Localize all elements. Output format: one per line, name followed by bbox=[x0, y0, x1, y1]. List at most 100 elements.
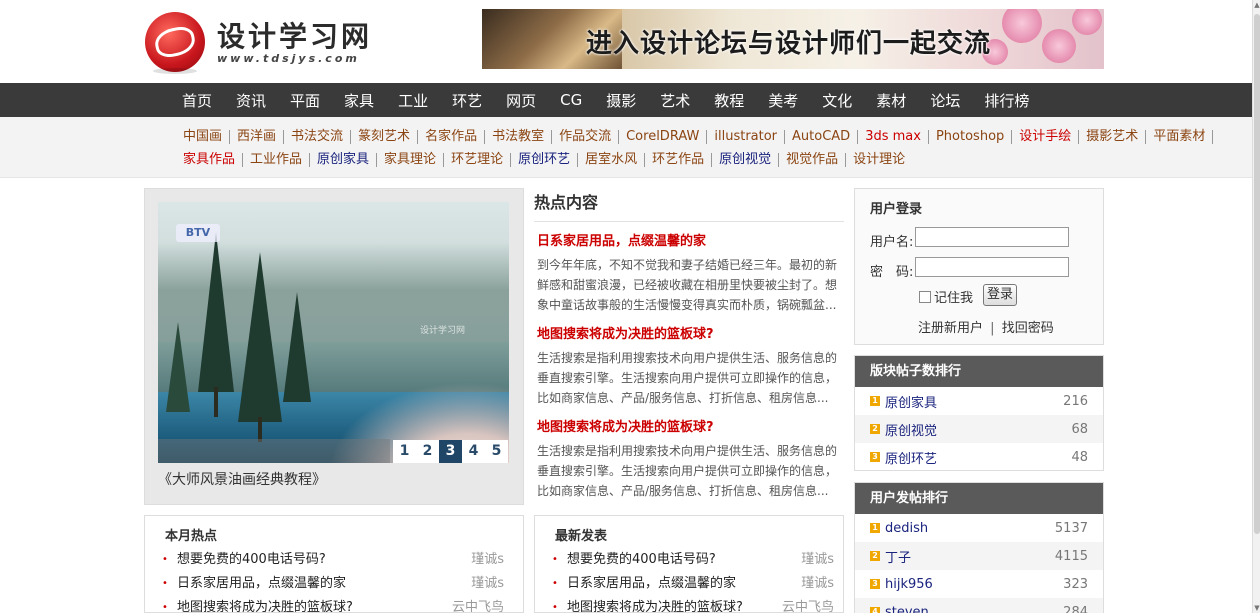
category-link[interactable]: 名家作品 bbox=[418, 130, 486, 144]
page-scrollbar[interactable]: ▲ ▼ bbox=[1252, 0, 1260, 613]
list-item-author[interactable]: 云中飞鸟 bbox=[782, 598, 834, 612]
nav-item[interactable]: 素材 bbox=[876, 90, 906, 111]
slide-image[interactable]: BTV 设计学习网 bbox=[158, 202, 509, 463]
list-item-author[interactable]: 瑾诚s bbox=[471, 550, 504, 570]
category-link[interactable]: 书法交流 bbox=[284, 130, 352, 144]
category-link[interactable]: 环艺作品 bbox=[645, 153, 713, 167]
category-link[interactable]: 篆刻艺术 bbox=[351, 130, 419, 144]
nav-item[interactable]: 排行榜 bbox=[984, 90, 1029, 111]
ranking-name[interactable]: hijk956 bbox=[885, 577, 933, 592]
category-link[interactable]: 平面素材 bbox=[1146, 130, 1214, 144]
category-link[interactable]: Photoshop bbox=[929, 130, 1013, 144]
category-link[interactable]: 摄影艺术 bbox=[1079, 130, 1147, 144]
list-item-title[interactable]: 想要免费的400电话号码? bbox=[177, 552, 326, 567]
remember-me[interactable]: 记住我 bbox=[919, 287, 973, 306]
category-link[interactable]: 作品交流 bbox=[552, 130, 620, 144]
nav-item[interactable]: 摄影 bbox=[606, 90, 636, 111]
category-link[interactable]: illustrator bbox=[707, 130, 786, 144]
category-link[interactable]: 视觉作品 bbox=[779, 153, 847, 167]
nav-item[interactable]: CG bbox=[560, 91, 582, 109]
scroll-down-icon[interactable]: ▼ bbox=[1253, 603, 1260, 613]
ranking-name[interactable]: 原创视觉 bbox=[885, 420, 937, 439]
list-item-author[interactable]: 云中飞鸟 bbox=[452, 598, 504, 612]
list-item-title[interactable]: 地图搜索将成为决胜的篮板球? bbox=[177, 600, 353, 612]
ranking-row: 3 hijk956 323 bbox=[855, 570, 1103, 598]
bullet-icon: • bbox=[162, 554, 168, 565]
slide-page-button[interactable]: 5 bbox=[485, 440, 508, 463]
nav-item[interactable]: 首页 bbox=[182, 90, 212, 111]
nav-item[interactable]: 艺术 bbox=[660, 90, 690, 111]
list-item-title[interactable]: 想要免费的400电话号码? bbox=[567, 552, 716, 567]
site-header: 设计学习网 www.tdsjys.com 进入设计论坛与设计师们一起交流 bbox=[0, 0, 1252, 83]
ranking-name[interactable]: dedish bbox=[885, 521, 928, 536]
ranking-name[interactable]: 原创环艺 bbox=[885, 448, 937, 467]
nav-item[interactable]: 资讯 bbox=[236, 90, 266, 111]
category-link[interactable]: 工业作品 bbox=[243, 153, 311, 167]
link-separator: | bbox=[990, 321, 995, 336]
nav-item[interactable]: 论坛 bbox=[930, 90, 960, 111]
ranking-count: 216 bbox=[1063, 393, 1088, 409]
username-input[interactable] bbox=[915, 227, 1069, 247]
ranking-name[interactable]: 原创家具 bbox=[885, 392, 937, 411]
category-link[interactable]: CorelDRAW bbox=[619, 130, 708, 144]
category-link[interactable]: 原创家具 bbox=[310, 153, 378, 167]
list-item-author[interactable]: 瑾诚s bbox=[471, 574, 504, 594]
category-link[interactable]: 西洋画 bbox=[230, 130, 285, 144]
hot-article-summary: 生活搜索是指利用搜索技术向用户提供生活、服务信息的垂直搜索引擎。生活搜索向用户提… bbox=[537, 444, 838, 498]
slide-caption[interactable]: 《大师风景油画经典教程》 bbox=[158, 469, 326, 489]
nav-item[interactable]: 环艺 bbox=[452, 90, 482, 111]
nav-item[interactable]: 教程 bbox=[714, 90, 744, 111]
forum-banner[interactable]: 进入设计论坛与设计师们一起交流 bbox=[482, 9, 1104, 69]
category-link[interactable]: 设计手绘 bbox=[1012, 130, 1080, 144]
list-item-author[interactable]: 瑾诚s bbox=[801, 574, 834, 594]
category-link[interactable]: AutoCAD bbox=[785, 130, 859, 144]
site-logo[interactable]: 设计学习网 www.tdsjys.com bbox=[145, 12, 372, 74]
ranking-name[interactable]: steven bbox=[885, 605, 929, 613]
category-link[interactable]: 中国画 bbox=[176, 130, 231, 144]
category-link[interactable]: 原创环艺 bbox=[511, 153, 579, 167]
slide-page-button[interactable]: 2 bbox=[416, 440, 439, 463]
ranking-name[interactable]: 丁子 bbox=[885, 547, 911, 566]
nav-item[interactable]: 文化 bbox=[822, 90, 852, 111]
logo-url: www.tdsjys.com bbox=[217, 51, 360, 65]
login-button[interactable]: 登录 bbox=[983, 284, 1017, 306]
rank-number-icon: 1 bbox=[870, 396, 880, 406]
password-input[interactable] bbox=[915, 257, 1069, 277]
bullet-icon: • bbox=[162, 602, 168, 613]
hot-article-title[interactable]: 日系家居用品，点缀温馨的家 bbox=[537, 232, 844, 252]
scroll-thumb[interactable] bbox=[1254, 14, 1260, 534]
nav-item[interactable]: 美考 bbox=[768, 90, 798, 111]
category-link[interactable]: 书法教室 bbox=[485, 130, 553, 144]
nav-item[interactable]: 家具 bbox=[344, 90, 374, 111]
slide-page-button[interactable]: 4 bbox=[462, 440, 485, 463]
username-label: 用户名: bbox=[870, 235, 914, 250]
password-label: 密 码: bbox=[870, 265, 914, 280]
category-link[interactable]: 设计理论 bbox=[846, 153, 912, 167]
category-link[interactable]: 3ds max bbox=[858, 130, 929, 144]
register-link[interactable]: 注册新用户 bbox=[918, 321, 983, 336]
hot-article-title[interactable]: 地图搜索将成为决胜的篮板球? bbox=[537, 418, 844, 438]
scroll-up-icon[interactable]: ▲ bbox=[1253, 0, 1260, 10]
list-item-title[interactable]: 地图搜索将成为决胜的篮板球? bbox=[567, 600, 743, 612]
list-item-title[interactable]: 日系家居用品，点缀温馨的家 bbox=[567, 576, 736, 591]
remember-checkbox[interactable] bbox=[919, 290, 931, 303]
bullet-icon: • bbox=[552, 554, 558, 565]
hot-article-title[interactable]: 地图搜索将成为决胜的篮板球? bbox=[537, 325, 844, 345]
category-link[interactable]: 家具理论 bbox=[377, 153, 445, 167]
nav-item[interactable]: 工业 bbox=[398, 90, 428, 111]
slide-page-button[interactable]: 3 bbox=[439, 440, 462, 463]
list-item-title[interactable]: 日系家居用品，点缀温馨的家 bbox=[177, 576, 346, 591]
forgot-password-link[interactable]: 找回密码 bbox=[1002, 321, 1054, 336]
rank-number-icon: 1 bbox=[870, 523, 880, 533]
category-link[interactable]: 原创视觉 bbox=[712, 153, 780, 167]
category-link[interactable]: 环艺理论 bbox=[444, 153, 512, 167]
list-item: • 想要免费的400电话号码? 瑾诚s bbox=[160, 550, 510, 574]
list-item: • 日系家居用品，点缀温馨的家 瑾诚s bbox=[160, 574, 510, 598]
nav-item[interactable]: 平面 bbox=[290, 90, 320, 111]
ranking-count: 323 bbox=[1063, 576, 1088, 592]
category-link[interactable]: 家具作品 bbox=[176, 153, 244, 167]
slide-page-button[interactable]: 1 bbox=[393, 440, 416, 463]
nav-item[interactable]: 网页 bbox=[506, 90, 536, 111]
list-item-author[interactable]: 瑾诚s bbox=[801, 550, 834, 570]
category-link[interactable]: 居室水风 bbox=[578, 153, 646, 167]
